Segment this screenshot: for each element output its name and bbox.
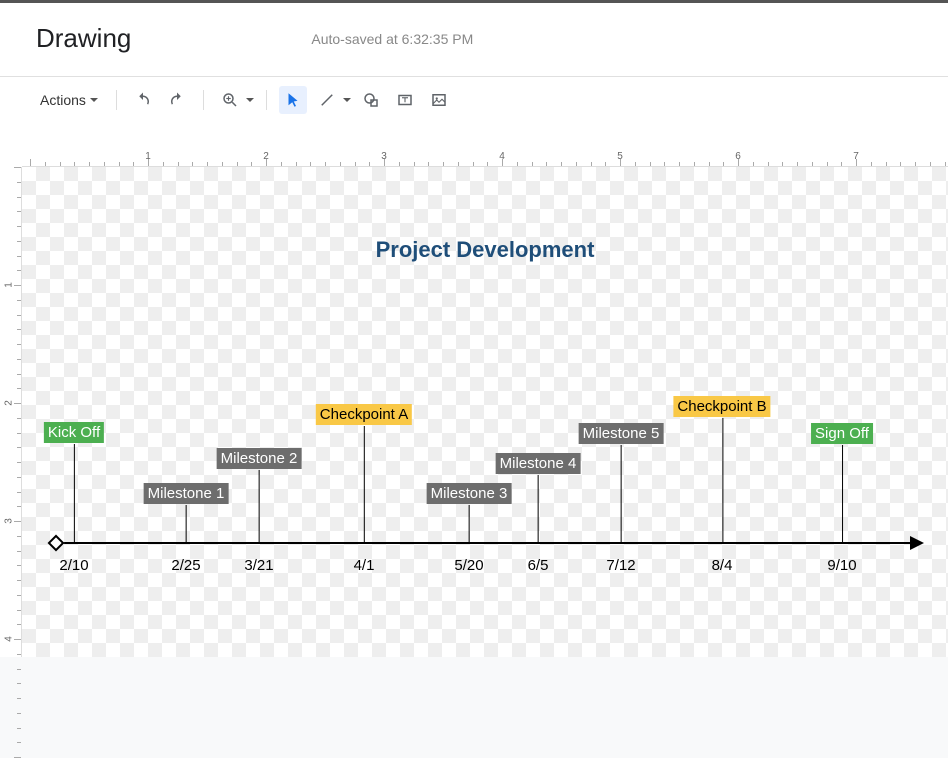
chart-title[interactable]: Project Development [376, 237, 595, 263]
timeline-event[interactable]: Milestone 2 [217, 448, 302, 469]
event-connector [469, 505, 470, 542]
event-date[interactable]: 7/12 [606, 557, 635, 574]
canvas-area[interactable]: Project Development Kick Off 2/10 Mileston… [22, 167, 948, 657]
zoom-icon-wrap [216, 86, 244, 114]
select-tool-button[interactable] [279, 86, 307, 114]
separator [116, 90, 117, 110]
event-label[interactable]: Milestone 1 [144, 483, 229, 504]
image-tool-button[interactable] [425, 86, 453, 114]
image-icon [430, 91, 448, 109]
event-connector [538, 475, 539, 542]
event-connector [842, 445, 843, 542]
event-label[interactable]: Checkpoint A [316, 404, 412, 425]
event-date[interactable]: 8/4 [712, 557, 733, 574]
timeline-axis[interactable] [56, 542, 914, 544]
caret-down-icon [90, 98, 98, 102]
zoom-button[interactable] [216, 86, 254, 114]
event-connector [74, 444, 75, 542]
event-label[interactable]: Milestone 3 [427, 483, 512, 504]
timeline-event[interactable]: Milestone 5 [579, 423, 664, 444]
event-connector [259, 470, 260, 542]
dialog-title: Drawing [36, 23, 131, 54]
actions-label: Actions [40, 92, 86, 108]
event-connector [364, 426, 365, 542]
line-tool-button[interactable] [313, 86, 351, 114]
line-icon [318, 91, 336, 109]
event-date[interactable]: 6/5 [528, 557, 549, 574]
timeline-event[interactable]: Milestone 3 [427, 483, 512, 504]
horizontal-ruler: 1234567 [22, 151, 948, 167]
textbox-icon [396, 91, 414, 109]
separator [266, 90, 267, 110]
event-label[interactable]: Kick Off [44, 422, 104, 443]
vertical-ruler: 1234 [6, 167, 22, 657]
cursor-icon [284, 91, 302, 109]
event-date[interactable]: 5/20 [454, 557, 483, 574]
caret-down-icon [246, 98, 254, 102]
timeline-event[interactable]: Sign Off [811, 423, 873, 444]
timeline-event[interactable]: Milestone 1 [144, 483, 229, 504]
timeline-event[interactable]: Checkpoint A [316, 404, 412, 425]
undo-icon [134, 91, 152, 109]
event-connector [722, 418, 723, 542]
separator [203, 90, 204, 110]
event-label[interactable]: Checkpoint B [673, 396, 770, 417]
event-date[interactable]: 2/10 [59, 557, 88, 574]
event-date[interactable]: 4/1 [354, 557, 375, 574]
event-label[interactable]: Milestone 5 [579, 423, 664, 444]
event-label[interactable]: Milestone 2 [217, 448, 302, 469]
event-label[interactable]: Milestone 4 [496, 453, 581, 474]
dialog-header: Drawing Auto-saved at 6:32:35 PM [0, 3, 948, 77]
event-connector [186, 505, 187, 542]
line-icon-wrap [313, 86, 341, 114]
undo-button[interactable] [129, 86, 157, 114]
timeline-event[interactable]: Kick Off [44, 422, 104, 443]
event-connector [621, 445, 622, 542]
actions-menu-button[interactable]: Actions [34, 88, 104, 112]
timeline-event[interactable]: Milestone 4 [496, 453, 581, 474]
drawing-canvas[interactable]: Project Development Kick Off 2/10 Mileston… [22, 167, 948, 657]
redo-button[interactable] [163, 86, 191, 114]
textbox-tool-button[interactable] [391, 86, 419, 114]
redo-icon [168, 91, 186, 109]
event-label[interactable]: Sign Off [811, 423, 873, 444]
toolbar: Actions [0, 77, 948, 121]
caret-down-icon [343, 98, 351, 102]
shape-icon [362, 91, 380, 109]
event-date[interactable]: 2/25 [171, 557, 200, 574]
event-date[interactable]: 3/21 [244, 557, 273, 574]
shape-tool-button[interactable] [357, 86, 385, 114]
autosave-status: Auto-saved at 6:32:35 PM [311, 31, 473, 47]
zoom-icon [221, 91, 239, 109]
timeline-event[interactable]: Checkpoint B [673, 396, 770, 417]
event-date[interactable]: 9/10 [827, 557, 856, 574]
